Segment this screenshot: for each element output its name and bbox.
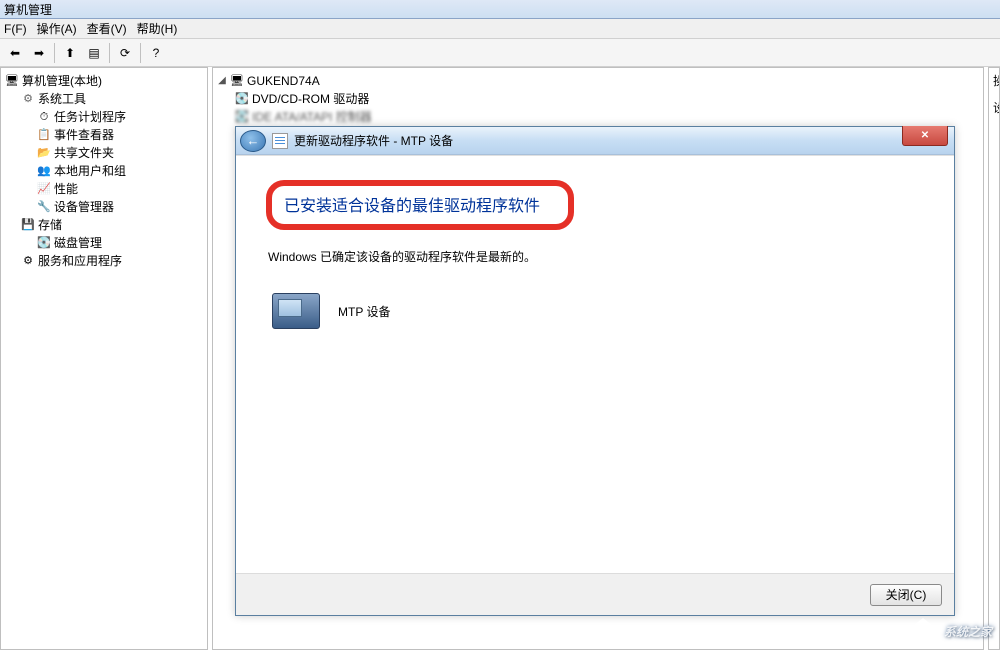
user-icon (37, 164, 51, 178)
tree-item-perf[interactable]: 性能 (37, 180, 203, 198)
tree-services-label: 服务和应用程序 (38, 252, 122, 270)
toolbar-separator (109, 43, 110, 63)
device-label: MTP 设备 (338, 303, 390, 320)
tree-item-label: 事件查看器 (54, 126, 114, 144)
tree-root[interactable]: 算机管理(本地) (5, 72, 203, 90)
close-action-label: 关闭(C) (886, 586, 927, 603)
device-tree-root[interactable]: ◢ GUKEND74A (217, 72, 979, 90)
toolbar-forward-icon[interactable]: ➡ (28, 42, 50, 64)
tree-storage[interactable]: 存储 (21, 216, 203, 234)
tree-item-users[interactable]: 本地用户和组 (37, 162, 203, 180)
menu-help[interactable]: 帮助(H) (137, 20, 178, 37)
toolbar-up-icon[interactable]: ⬆ (59, 42, 81, 64)
device-icon (37, 200, 51, 214)
device-tree-ide-label: IDE ATA/ATAPI 控制器 (252, 108, 372, 126)
tree-item-label: 任务计划程序 (54, 108, 126, 126)
dialog-subline: Windows 已确定该设备的驱动程序软件是最新的。 (268, 248, 924, 265)
toolbar-refresh-icon[interactable]: ⟳ (114, 42, 136, 64)
perf-icon (37, 182, 51, 196)
tree-storage-label: 存储 (38, 216, 62, 234)
back-button[interactable] (240, 130, 266, 152)
tree-item-label: 性能 (54, 180, 78, 198)
task-icon (37, 110, 51, 124)
controller-icon (235, 110, 249, 124)
toolbar-separator (54, 43, 55, 63)
tree-item-shared[interactable]: 共享文件夹 (37, 144, 203, 162)
headline-highlight: 已安装适合设备的最佳驱动程序软件 (266, 180, 574, 230)
right-panel: 操 设 (988, 67, 1000, 650)
tree-root-label: 算机管理(本地) (22, 72, 102, 90)
center-panel: ◢ GUKEND74A DVD/CD-ROM 驱动器 IDE ATA/ATAPI… (212, 67, 984, 650)
menu-bar: F(F) 操作(A) 查看(V) 帮助(H) (0, 19, 1000, 39)
disk-icon (37, 236, 51, 250)
computer-icon (5, 74, 19, 88)
close-action-button[interactable]: 关闭(C) (870, 584, 942, 606)
tree-item-label: 设备管理器 (54, 198, 114, 216)
event-icon (37, 128, 51, 142)
update-driver-dialog: 更新驱动程序软件 - MTP 设备 已安装适合设备的最佳驱动程序软件 Windo… (235, 126, 955, 616)
device-row: MTP 设备 (272, 293, 924, 329)
tree-item-tasks[interactable]: 任务计划程序 (37, 108, 203, 126)
toolbar-back-icon[interactable]: ⬅ (4, 42, 26, 64)
close-button[interactable] (902, 126, 948, 146)
document-icon (272, 133, 288, 149)
dialog-titlebar[interactable]: 更新驱动程序软件 - MTP 设备 (236, 127, 954, 155)
computer-icon (230, 74, 244, 88)
right-label-2: 设 (993, 99, 995, 116)
tree-system-tools-label: 系统工具 (38, 90, 86, 108)
device-tree-dvd-label: DVD/CD-ROM 驱动器 (252, 90, 369, 108)
dialog-footer: 关闭(C) (236, 573, 954, 615)
device-image-icon (272, 293, 320, 329)
share-icon (37, 146, 51, 160)
tree-item-label: 共享文件夹 (54, 144, 114, 162)
device-tree-dvd[interactable]: DVD/CD-ROM 驱动器 (235, 90, 979, 108)
tree-services[interactable]: 服务和应用程序 (21, 252, 203, 270)
dialog-body: 已安装适合设备的最佳驱动程序软件 Windows 已确定该设备的驱动程序软件是最… (236, 155, 954, 615)
left-panel: 算机管理(本地) 系统工具 任务计划程序 事件查看器 共享文件夹 本地用户和组 … (0, 67, 208, 650)
menu-action[interactable]: 操作(A) (37, 20, 77, 37)
tree-item-device-mgr[interactable]: 设备管理器 (37, 198, 203, 216)
window-title: 算机管理 (4, 1, 52, 18)
tree-system-tools[interactable]: 系统工具 (21, 90, 203, 108)
gear-icon (21, 92, 35, 106)
dialog-headline: 已安装适合设备的最佳驱动程序软件 (284, 192, 540, 216)
device-tree-ide[interactable]: IDE ATA/ATAPI 控制器 (235, 108, 979, 126)
main-area: 算机管理(本地) 系统工具 任务计划程序 事件查看器 共享文件夹 本地用户和组 … (0, 67, 1000, 650)
tree-item-label: 本地用户和组 (54, 162, 126, 180)
tree-item-label: 磁盘管理 (54, 234, 102, 252)
toolbar-help-icon[interactable]: ? (145, 42, 167, 64)
collapse-icon[interactable]: ◢ (217, 72, 227, 90)
tree-disk-mgmt[interactable]: 磁盘管理 (37, 234, 203, 252)
menu-view[interactable]: 查看(V) (87, 20, 127, 37)
tree-item-events[interactable]: 事件查看器 (37, 126, 203, 144)
toolbar-props-icon[interactable]: ▤ (83, 42, 105, 64)
storage-icon (21, 218, 35, 232)
toolbar: ⬅ ➡ ⬆ ▤ ⟳ ? (0, 39, 1000, 67)
dialog-title: 更新驱动程序软件 - MTP 设备 (294, 132, 453, 149)
right-label-1: 操 (993, 72, 995, 89)
service-icon (21, 254, 35, 268)
device-tree-root-label: GUKEND74A (247, 72, 320, 90)
window-titlebar: 算机管理 (0, 0, 1000, 19)
mgmt-tree: 算机管理(本地) 系统工具 任务计划程序 事件查看器 共享文件夹 本地用户和组 … (5, 72, 203, 270)
menu-file[interactable]: F(F) (4, 22, 27, 36)
disk-icon (235, 92, 249, 106)
toolbar-separator (140, 43, 141, 63)
